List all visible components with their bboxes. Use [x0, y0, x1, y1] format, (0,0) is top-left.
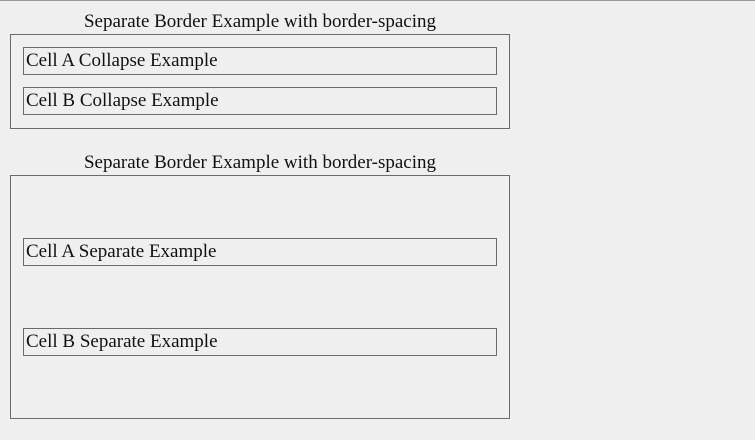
table-2: Cell A Separate Example Cell B Separate …: [10, 175, 510, 419]
top-divider: [0, 0, 755, 1]
table-1-cell-b: Cell B Collapse Example: [23, 87, 497, 115]
table-2-cell-b: Cell B Separate Example: [23, 328, 497, 356]
table-2-cell-a: Cell A Separate Example: [23, 238, 497, 266]
table-2-caption: Separate Border Example with border-spac…: [83, 152, 437, 173]
table-1: Cell A Collapse Example Cell B Collapse …: [10, 34, 510, 129]
table-1-caption: Separate Border Example with border-spac…: [83, 11, 437, 32]
table-1-cell-a: Cell A Collapse Example: [23, 47, 497, 75]
